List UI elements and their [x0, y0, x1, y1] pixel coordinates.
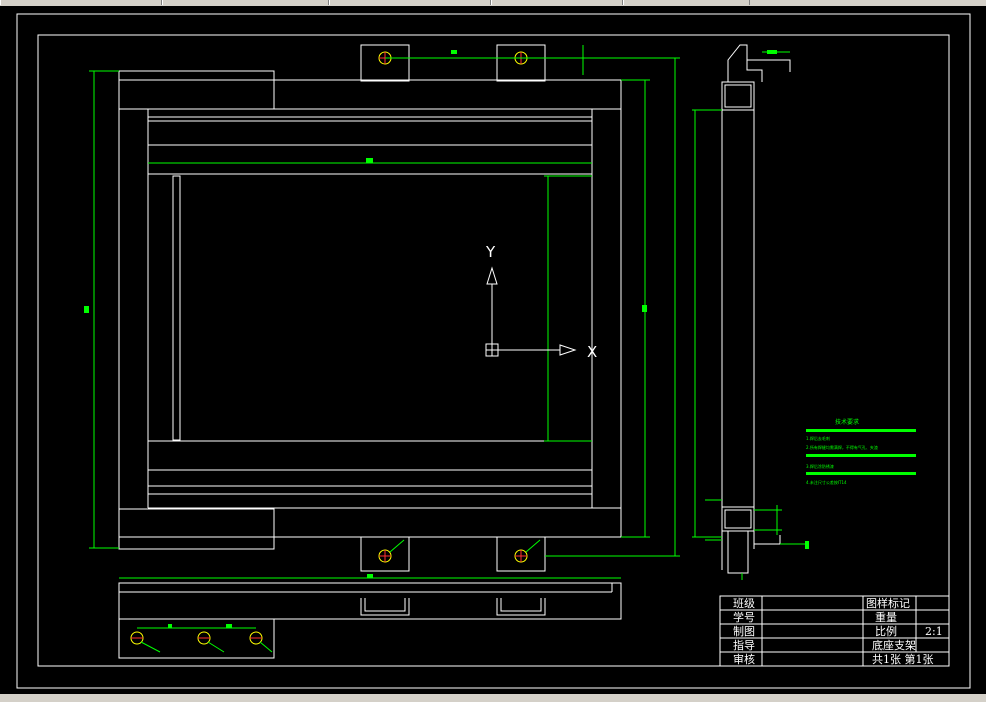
side-view — [721, 44, 791, 574]
right-edge — [974, 6, 986, 694]
drawing-canvas[interactable]: Y X 技术要求 1.焊后去毛刺 2.所有焊缝均需满焊，不得有气孔、夹渣 3.焊… — [0, 6, 974, 694]
tb-row5-right: 共1张 第1张 — [872, 652, 934, 666]
ucs-x-label: X — [587, 343, 597, 361]
tb-row2-left: 学号 — [733, 610, 755, 624]
plan-view — [118, 44, 622, 572]
tb-row4-left: 指导 — [733, 638, 755, 652]
tb-row1-right: 图样标记 — [866, 596, 910, 610]
inner-rail — [172, 175, 181, 441]
tb-row2-right: 重量 — [875, 610, 897, 624]
title-block: 班级 图样标记 学号 重量 制图 比例 2:1 指导 底座支架 审核 共1张 第… — [719, 595, 950, 667]
tech-note-4: 4.未注尺寸公差按IT14 — [806, 479, 847, 485]
tech-note-1: 1.焊后去毛刺 — [806, 435, 830, 441]
outer-frame — [118, 79, 622, 538]
tb-row1-left: 班级 — [733, 597, 755, 610]
front-view — [118, 574, 622, 659]
tb-row5-left: 审核 — [733, 652, 755, 666]
ucs-icon: Y X — [485, 243, 597, 361]
tab-2[interactable] — [162, 0, 329, 5]
top-left-plate — [118, 70, 275, 110]
tech-note-2: 2.所有焊缝均需满焊，不得有气孔、夹渣 — [806, 444, 878, 450]
bottom-status-strip — [0, 694, 986, 702]
tech-notes-title: 技术要求 — [835, 418, 859, 426]
tab-1[interactable] — [0, 0, 162, 5]
front-rail — [118, 582, 622, 620]
tab-3[interactable] — [329, 0, 491, 5]
tech-requirements: 技术要求 1.焊后去毛刺 2.所有焊缝均需满焊，不得有气孔、夹渣 3.焊后涂防锈… — [806, 418, 916, 485]
side-tube — [721, 81, 755, 508]
tab-5[interactable] — [623, 0, 750, 5]
outer-border — [16, 13, 971, 689]
ucs-y-label: Y — [485, 243, 496, 261]
tb-row4-right: 底座支架 — [872, 638, 916, 652]
tb-row3-right: 比例 — [875, 624, 897, 638]
side-dimensions — [692, 50, 809, 580]
tab-4[interactable] — [491, 0, 623, 5]
bottom-left-plate — [118, 508, 275, 550]
tb-row3-left: 制图 — [733, 625, 755, 638]
tb-scale-value: 2:1 — [925, 625, 943, 638]
tech-note-3: 3.焊后涂防锈漆 — [806, 463, 834, 469]
